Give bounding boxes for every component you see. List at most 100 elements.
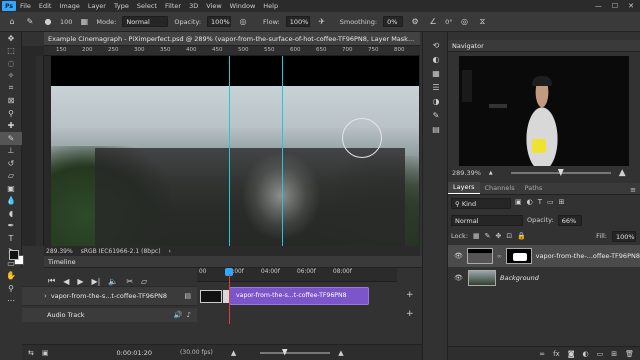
music-note-icon[interactable]: ♪ bbox=[187, 311, 191, 319]
opacity-field[interactable]: 100% bbox=[207, 16, 232, 27]
libraries-panel-icon[interactable]: ▤ bbox=[423, 122, 449, 136]
maximize-button[interactable]: ☐ bbox=[612, 2, 618, 10]
crop-tool-icon[interactable]: ⌗ bbox=[0, 82, 22, 95]
timeline-video-layer[interactable]: › vapor-from-the-s...t-coffee-TF96PN8 ▤ bbox=[22, 286, 197, 306]
tab-layers[interactable]: Layers bbox=[448, 182, 480, 194]
lock-artboard-icon[interactable]: ⊡ bbox=[506, 232, 512, 240]
fx-icon[interactable]: fx bbox=[553, 350, 560, 358]
symmetry-icon[interactable]: ⧖ bbox=[476, 16, 488, 28]
fill-field[interactable]: 100% bbox=[612, 230, 636, 242]
move-tool-icon[interactable]: ✥ bbox=[0, 32, 22, 45]
smoothing-field[interactable]: 0% bbox=[383, 16, 404, 27]
brush-settings-icon[interactable]: ▦ bbox=[78, 16, 90, 28]
navigator-zoom-value[interactable]: 289.39% bbox=[452, 169, 481, 177]
blend-mode-dropdown[interactable]: Normal bbox=[451, 214, 523, 226]
brush-tool-icon[interactable]: ✎ bbox=[0, 132, 22, 145]
eyedropper-tool-icon[interactable]: ⚲ bbox=[0, 107, 22, 120]
menu-window[interactable]: Window bbox=[226, 2, 260, 10]
adjustments-panel-icon[interactable]: ◑ bbox=[423, 94, 449, 108]
prev-frame-icon[interactable]: ◀ bbox=[63, 277, 69, 286]
filter-adjustment-icon[interactable]: ◐ bbox=[527, 198, 533, 206]
new-group-icon[interactable]: ▭ bbox=[597, 350, 604, 358]
foreground-color-swatch[interactable] bbox=[9, 250, 19, 260]
play-icon[interactable]: ▶ bbox=[77, 277, 83, 286]
type-tool-icon[interactable]: T bbox=[0, 232, 22, 245]
tab-channels[interactable]: Channels bbox=[480, 183, 520, 194]
visibility-eye-icon[interactable]: 👁 bbox=[454, 274, 464, 282]
history-panel-icon[interactable]: ⟲ bbox=[423, 38, 449, 52]
layer-filter-dropdown[interactable]: ⚲ Kind bbox=[451, 198, 511, 209]
hand-tool-icon[interactable]: ✋ bbox=[0, 270, 22, 283]
new-layer-icon[interactable]: ⊞ bbox=[611, 350, 617, 358]
timeline-zoom-slider[interactable] bbox=[260, 348, 331, 356]
panel-menu-icon[interactable]: ≡ bbox=[630, 186, 640, 194]
menu-select[interactable]: Select bbox=[133, 2, 161, 10]
angle-icon[interactable]: ∠ bbox=[427, 16, 439, 28]
smoothing-settings-icon[interactable]: ⚙ bbox=[409, 16, 421, 28]
menu-help[interactable]: Help bbox=[259, 2, 282, 10]
layer-row-background[interactable]: 👁 Background bbox=[448, 268, 640, 288]
quick-select-tool-icon[interactable]: ✧ bbox=[0, 70, 22, 83]
adjustment-layer-icon[interactable]: ◐ bbox=[583, 350, 589, 358]
timeline-zoom-thumb[interactable] bbox=[281, 348, 288, 356]
pressure-size-icon[interactable]: ◎ bbox=[458, 16, 470, 28]
video-clip[interactable]: vapor-from-the-s...t-coffee-TF96PN8 bbox=[229, 287, 369, 305]
document-tab[interactable]: Example Cinemagraph - PiXimperfect.psd @… bbox=[44, 32, 420, 46]
swatches-panel-icon[interactable]: ▦ bbox=[423, 66, 449, 80]
first-frame-icon[interactable]: ⏮ bbox=[48, 276, 55, 286]
airbrush-icon[interactable]: ✈ bbox=[316, 16, 328, 28]
filter-type-icon[interactable]: T bbox=[538, 198, 542, 206]
menu-3d[interactable]: 3D bbox=[185, 2, 202, 10]
zoom-in-icon[interactable]: ▲ bbox=[619, 168, 626, 178]
lock-position-icon[interactable]: ✥ bbox=[496, 232, 502, 240]
add-media-icon[interactable]: + bbox=[406, 290, 414, 300]
blur-tool-icon[interactable]: 💧 bbox=[0, 195, 22, 208]
brush-panel-icon[interactable]: ✎ bbox=[423, 108, 449, 122]
zoom-out-icon[interactable]: ▲ bbox=[489, 170, 493, 176]
marquee-tool-icon[interactable]: ⬚ bbox=[0, 45, 22, 58]
close-button[interactable]: ✕ bbox=[628, 2, 634, 10]
trash-icon[interactable]: 🗑 bbox=[625, 350, 634, 358]
pen-tool-icon[interactable]: ✒ bbox=[0, 220, 22, 233]
mask-link-icon[interactable]: ∞ bbox=[497, 253, 502, 260]
film-icon[interactable]: ▤ bbox=[184, 292, 191, 300]
home-icon[interactable]: ⌂ bbox=[6, 16, 18, 28]
properties-panel-icon[interactable]: ☰ bbox=[423, 80, 449, 94]
navigator-title[interactable]: Navigator bbox=[452, 42, 484, 50]
flow-field[interactable]: 100% bbox=[285, 16, 310, 27]
navigator-zoom-slider[interactable] bbox=[510, 169, 611, 176]
menu-edit[interactable]: Edit bbox=[35, 2, 56, 10]
zoom-tool-icon[interactable]: ⚲ bbox=[0, 282, 22, 295]
eraser-tool-icon[interactable]: ▱ bbox=[0, 170, 22, 183]
render-icon[interactable]: ▣ bbox=[42, 349, 49, 357]
lock-pixels-icon[interactable]: ✎ bbox=[485, 232, 491, 240]
menu-filter[interactable]: Filter bbox=[161, 2, 185, 10]
dodge-tool-icon[interactable]: ◖ bbox=[0, 207, 22, 220]
navigator-zoom-thumb[interactable] bbox=[557, 169, 564, 176]
visibility-eye-icon[interactable]: 👁 bbox=[454, 252, 463, 260]
brush-tip-icon[interactable]: ● bbox=[42, 16, 54, 28]
brush-preset-icon[interactable]: ✎ bbox=[24, 16, 36, 28]
menu-type[interactable]: Type bbox=[110, 2, 133, 10]
expand-chevron-icon[interactable]: › bbox=[44, 292, 47, 300]
stamp-tool-icon[interactable]: ⊥ bbox=[0, 145, 22, 158]
add-audio-icon[interactable]: + bbox=[406, 309, 414, 319]
color-panel-icon[interactable]: ◐ bbox=[423, 52, 449, 66]
history-brush-icon[interactable]: ↺ bbox=[0, 157, 22, 170]
status-arrow-icon[interactable]: › bbox=[169, 248, 171, 255]
guide-line[interactable] bbox=[282, 56, 283, 246]
filter-smart-icon[interactable]: ⊞ bbox=[559, 198, 565, 206]
more-tools-icon[interactable]: ⋯ bbox=[0, 295, 22, 308]
layer-mask-thumbnail[interactable] bbox=[505, 248, 532, 264]
speaker-icon[interactable]: 🔊 bbox=[174, 311, 183, 319]
convert-frames-icon[interactable]: ⇆ bbox=[28, 349, 34, 357]
layer-opacity-field[interactable]: 66% bbox=[557, 214, 582, 226]
mode-dropdown[interactable]: Normal bbox=[122, 16, 169, 27]
brush-size-value[interactable]: 100 bbox=[60, 18, 72, 26]
link-layers-icon[interactable]: ∞ bbox=[539, 350, 545, 358]
horizontal-ruler[interactable]: 150 200 250 300 350 400 450 500 550 600 … bbox=[44, 46, 420, 56]
filter-pixel-icon[interactable]: ▣ bbox=[515, 198, 522, 206]
timeline-audio-track[interactable]: Audio Track 🔊 ♪ bbox=[22, 308, 197, 322]
vertical-ruler[interactable] bbox=[36, 56, 44, 246]
lock-all-icon[interactable]: 🔒 bbox=[517, 232, 526, 240]
